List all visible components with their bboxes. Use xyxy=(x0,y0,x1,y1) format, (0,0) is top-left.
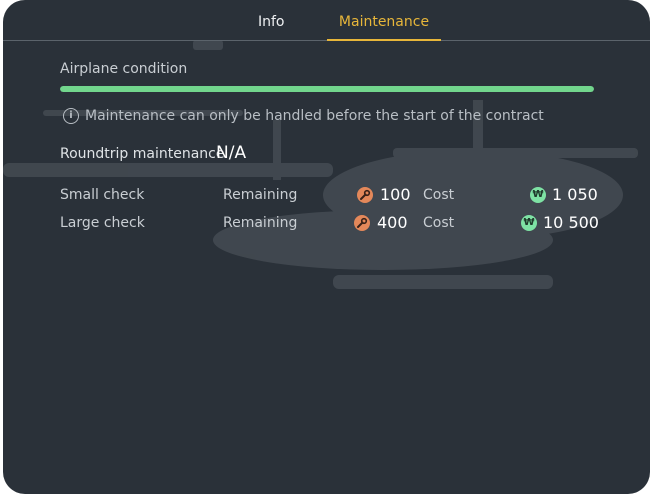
tab-info[interactable]: Info xyxy=(258,14,285,30)
large-check-cost-value: 10 500 xyxy=(543,213,599,232)
large-check-cost-label: Cost xyxy=(423,215,455,231)
roundtrip-maintenance-label: Roundtrip maintenance xyxy=(60,146,225,162)
airplane-condition-label: Airplane condition xyxy=(60,61,188,77)
tab-maintenance[interactable]: Maintenance xyxy=(327,14,441,41)
roundtrip-maintenance-value: N/A xyxy=(216,143,247,163)
large-check-remaining-label: Remaining xyxy=(223,215,298,231)
currency-icon: ₩ xyxy=(530,187,546,203)
maintenance-notice-text: Maintenance can only be handled before t… xyxy=(85,108,544,124)
wrench-icon xyxy=(354,215,370,231)
airplane-condition-bar xyxy=(60,86,594,92)
maintenance-panel: Info Maintenance Airplane condition i Mai… xyxy=(3,0,650,494)
airplane-condition-fill xyxy=(60,86,594,92)
small-check-label: Small check xyxy=(60,187,145,203)
small-check-remaining-label: Remaining xyxy=(223,187,298,203)
info-icon: i xyxy=(63,108,79,124)
small-check-remaining-value: 100 xyxy=(380,185,411,204)
small-check-cost-value: 1 050 xyxy=(552,185,598,204)
small-check-cost-label: Cost xyxy=(423,187,455,203)
maintenance-notice: i Maintenance can only be handled before … xyxy=(63,108,544,124)
large-check-label: Large check xyxy=(60,215,145,231)
large-check-remaining-value: 400 xyxy=(377,213,408,232)
currency-icon: ₩ xyxy=(521,215,537,231)
wrench-icon xyxy=(357,187,373,203)
tab-bar: Info Maintenance xyxy=(3,0,650,41)
